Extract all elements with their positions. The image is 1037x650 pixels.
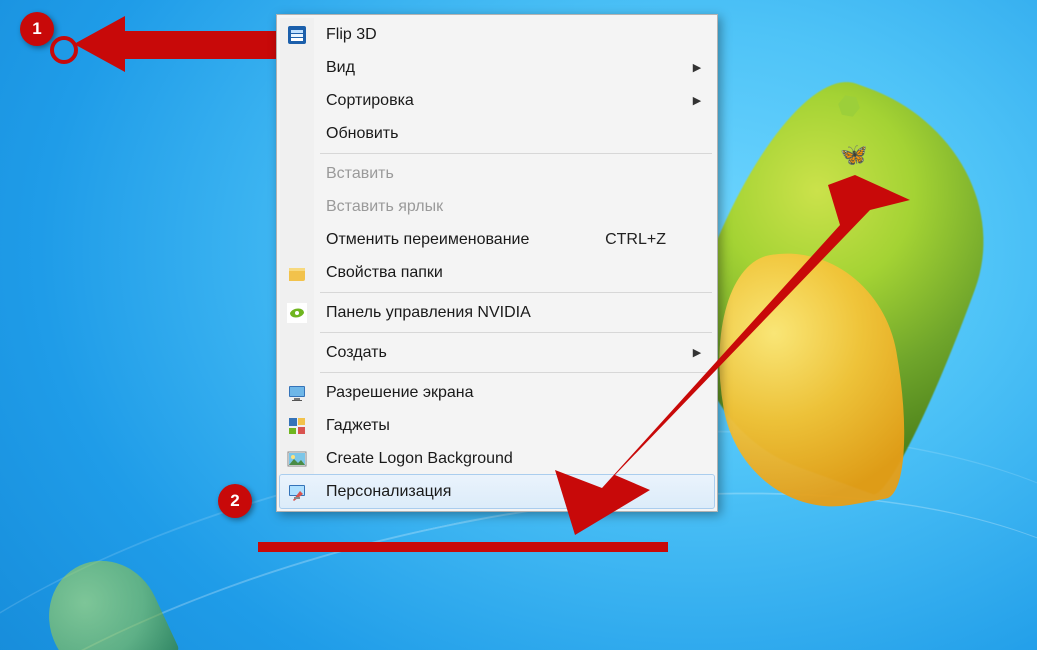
menu-item-label: Разрешение экрана xyxy=(314,384,688,402)
menu-separator xyxy=(320,332,712,333)
menu-item[interactable]: Вид▶ xyxy=(280,51,714,84)
folder-icon xyxy=(280,263,314,283)
menu-item[interactable]: Create Logon Background xyxy=(280,442,714,475)
menu-item: Вставить ярлык xyxy=(280,190,714,223)
picture-icon xyxy=(280,449,314,469)
submenu-arrow-icon: ▶ xyxy=(688,346,714,359)
menu-item-label: Персонализация xyxy=(314,483,688,501)
desktop-context-menu: Flip 3DВид▶Сортировка▶ОбновитьВставитьВс… xyxy=(276,14,718,512)
menu-item-label: Обновить xyxy=(314,125,688,143)
monitor-icon xyxy=(280,383,314,403)
menu-item[interactable]: Создать▶ xyxy=(280,336,714,369)
menu-item-label: Вставить xyxy=(314,165,688,183)
submenu-arrow-icon: ▶ xyxy=(688,94,714,107)
menu-item[interactable]: Персонализация xyxy=(279,474,715,509)
annotation-underline xyxy=(258,542,668,552)
menu-item-label: Вид xyxy=(314,59,688,77)
gadgets-icon xyxy=(280,416,314,436)
menu-item[interactable]: Панель управления NVIDIA xyxy=(280,296,714,329)
flip3d-icon xyxy=(280,25,314,45)
menu-item-label: Flip 3D xyxy=(314,26,688,44)
menu-item-label: Create Logon Background xyxy=(314,450,688,468)
annotation-arrow-1 xyxy=(70,4,280,84)
menu-separator xyxy=(320,153,712,154)
menu-item[interactable]: Flip 3D xyxy=(280,18,714,51)
annotation-badge-2: 2 xyxy=(218,484,252,518)
menu-item-label: Отменить переименование xyxy=(314,231,605,249)
nvidia-icon xyxy=(280,303,314,323)
menu-item-label: Сортировка xyxy=(314,92,688,110)
menu-item-shortcut: CTRL+Z xyxy=(605,231,688,249)
menu-item[interactable]: Сортировка▶ xyxy=(280,84,714,117)
menu-item[interactable]: Обновить xyxy=(280,117,714,150)
menu-item-label: Гаджеты xyxy=(314,417,688,435)
menu-item: Вставить xyxy=(280,157,714,190)
personalize-icon xyxy=(280,482,314,502)
wallpaper-hex xyxy=(836,93,861,118)
menu-item-label: Вставить ярлык xyxy=(314,198,688,216)
menu-separator xyxy=(320,292,712,293)
annotation-badge-1: 1 xyxy=(20,12,54,46)
menu-item-label: Создать xyxy=(314,344,688,362)
menu-separator xyxy=(320,372,712,373)
submenu-arrow-icon: ▶ xyxy=(688,61,714,74)
menu-item[interactable]: Разрешение экрана xyxy=(280,376,714,409)
menu-item[interactable]: Свойства папки xyxy=(280,256,714,289)
menu-item-label: Панель управления NVIDIA xyxy=(314,304,688,322)
menu-list: Flip 3DВид▶Сортировка▶ОбновитьВставитьВс… xyxy=(280,18,714,509)
menu-item[interactable]: Гаджеты xyxy=(280,409,714,442)
desktop[interactable]: 🦋 1 Flip 3DВид▶Сортировка▶ОбновитьВстави… xyxy=(0,0,1037,650)
menu-item-label: Свойства папки xyxy=(314,264,688,282)
menu-item[interactable]: Отменить переименованиеCTRL+Z xyxy=(280,223,714,256)
wallpaper-butterfly-icon: 🦋 xyxy=(840,142,867,168)
annotation-target-ring xyxy=(50,36,78,64)
